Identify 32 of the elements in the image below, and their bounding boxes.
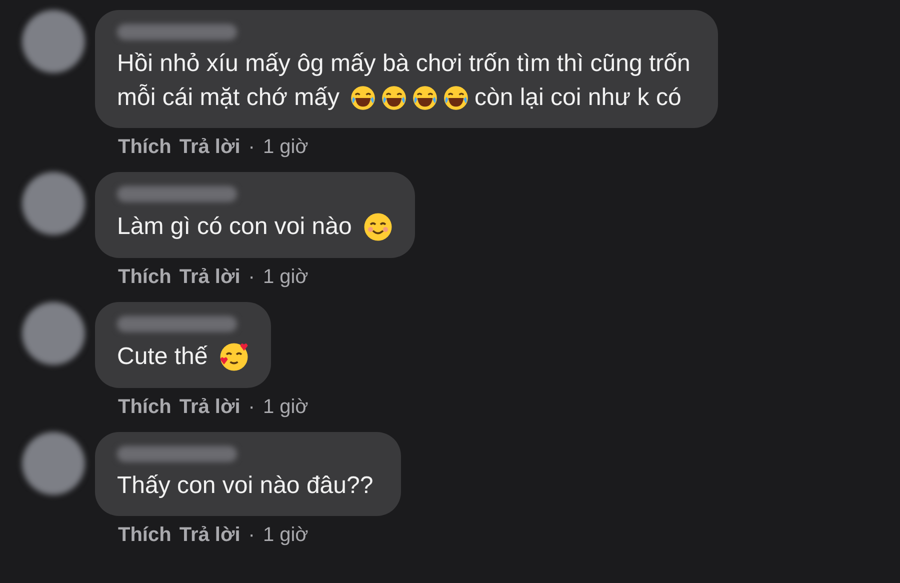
laughing-emoji-icon bbox=[412, 85, 438, 111]
avatar[interactable] bbox=[22, 432, 85, 495]
separator-dot: · bbox=[248, 396, 255, 419]
separator-dot: · bbox=[248, 524, 255, 547]
reply-link[interactable]: Trả lời bbox=[179, 266, 240, 289]
avatar[interactable] bbox=[22, 10, 85, 73]
separator-dot: · bbox=[248, 266, 255, 289]
laughing-emoji-icon bbox=[350, 85, 376, 111]
comment-time: 1 giờ bbox=[262, 266, 308, 289]
reply-link[interactable]: Trả lời bbox=[179, 396, 240, 419]
separator-dot: · bbox=[248, 136, 255, 159]
like-link[interactable]: Thích bbox=[118, 266, 172, 289]
hearts-emoji-icon bbox=[218, 342, 249, 372]
comment-time: 1 giờ bbox=[262, 524, 308, 547]
like-link[interactable]: Thích bbox=[118, 396, 172, 419]
comment-text: Thấy con voi nào đâu?? bbox=[117, 472, 374, 500]
smiling-emoji-icon bbox=[362, 212, 393, 242]
comment-time: 1 giờ bbox=[262, 396, 308, 419]
like-link[interactable]: Thích bbox=[118, 136, 172, 159]
comment-text: mỗi cái mặt chớ mấy bbox=[117, 84, 340, 112]
avatar[interactable] bbox=[22, 172, 85, 235]
reply-link[interactable]: Trả lời bbox=[179, 136, 240, 159]
comment-text: Hồi nhỏ xíu mấy ôg mấy bà chơi trốn tìm thì cũng trốn bbox=[117, 50, 690, 78]
laughing-emoji-icon bbox=[443, 85, 470, 111]
comment-text: còn lại coi như k có bbox=[474, 84, 682, 112]
comment-text: Làm gì có con voi nào bbox=[117, 213, 352, 241]
laughing-emoji-icon bbox=[381, 85, 408, 111]
comment-time: 1 giờ bbox=[262, 136, 308, 159]
reply-link[interactable]: Trả lời bbox=[179, 524, 240, 547]
like-link[interactable]: Thích bbox=[118, 524, 172, 547]
comment-text: Cute thế bbox=[117, 343, 208, 371]
avatar[interactable] bbox=[22, 302, 85, 365]
